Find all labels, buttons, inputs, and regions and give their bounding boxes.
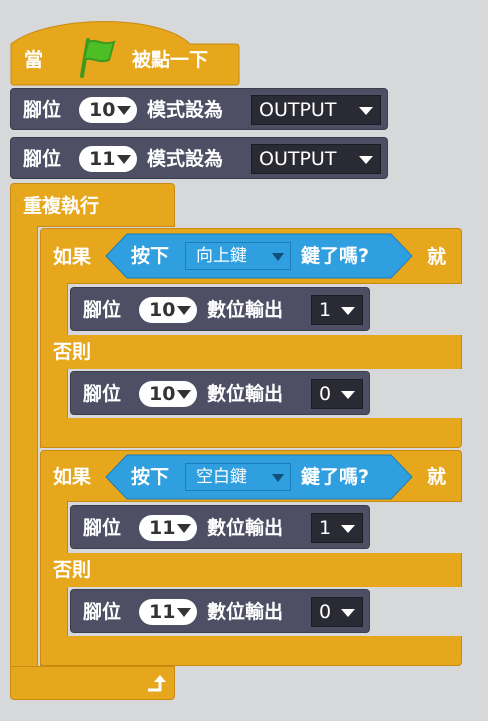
output-value-dropdown[interactable]: 0 (311, 379, 363, 409)
key-pressed-boolean[interactable]: 按下 空白鍵 鍵了嗎? (105, 454, 413, 500)
pin-number-value: 10 (149, 299, 176, 321)
pin-number-dropdown[interactable]: 10 (139, 381, 197, 407)
pin-number-dropdown[interactable]: 10 (79, 97, 137, 123)
pin-label: 腳位 (23, 99, 62, 121)
digital-output-block[interactable]: 腳位 11 數位輸出 1 (70, 505, 370, 549)
when-label: 當 (24, 49, 44, 71)
pin-number-value: 11 (149, 517, 176, 539)
output-value-dropdown[interactable]: 1 (311, 295, 363, 325)
chevron-down-icon (341, 525, 355, 533)
key-question-label: 鍵了嗎? (301, 466, 370, 488)
then-label: 就 (427, 466, 447, 488)
digital-output-label: 數位輸出 (207, 601, 284, 623)
digital-output-label: 數位輸出 (207, 517, 284, 539)
pin-mode-value: OUTPUT (259, 148, 337, 170)
chevron-down-icon (117, 155, 131, 164)
digital-output-block[interactable]: 腳位 10 數位輸出 1 (70, 287, 370, 331)
if-bottom-bar (40, 418, 462, 448)
output-value-dropdown[interactable]: 1 (311, 513, 363, 543)
chevron-down-icon (272, 474, 284, 482)
pin-mode-dropdown[interactable]: OUTPUT (251, 144, 381, 174)
key-value: 空白鍵 (196, 467, 247, 487)
digital-output-block[interactable]: 腳位 11 數位輸出 0 (70, 589, 370, 633)
chevron-down-icon (341, 391, 355, 399)
chevron-down-icon (177, 390, 191, 399)
pin-label: 腳位 (23, 148, 62, 170)
key-question-label: 鍵了嗎? (301, 245, 370, 267)
mode-set-label: 模式設為 (147, 99, 224, 121)
pin-mode-value: OUTPUT (259, 99, 337, 121)
chevron-down-icon (177, 524, 191, 533)
pin-label: 腳位 (83, 601, 122, 623)
output-value: 1 (319, 299, 332, 321)
pin-mode-dropdown[interactable]: OUTPUT (251, 95, 381, 125)
key-pressed-label: 按下 (131, 245, 170, 267)
when-flag-clicked-hat-block[interactable]: 當 被點一下 (10, 14, 240, 86)
pin-number-dropdown[interactable]: 10 (139, 297, 197, 323)
clicked-label: 被點一下 (132, 49, 209, 71)
loop-arrow-icon (145, 673, 169, 699)
pin-mode-block[interactable]: 腳位 10 模式設為 OUTPUT (10, 88, 388, 130)
chevron-down-icon (272, 253, 284, 261)
forever-arm (10, 226, 38, 676)
if-label: 如果 (53, 466, 92, 488)
key-dropdown[interactable]: 空白鍵 (185, 463, 291, 491)
chevron-down-icon (177, 306, 191, 315)
if-top-bar[interactable]: 如果 按下 空白鍵 鍵了嗎? 就 (40, 450, 462, 502)
pin-number-dropdown[interactable]: 11 (139, 515, 197, 541)
pin-label: 腳位 (83, 299, 122, 321)
pin-number-value: 11 (149, 601, 176, 623)
if-bottom-bar (40, 636, 462, 666)
key-dropdown[interactable]: 向上鍵 (185, 242, 291, 270)
output-value: 1 (319, 517, 332, 539)
chevron-down-icon (177, 608, 191, 617)
key-pressed-boolean[interactable]: 按下 向上鍵 鍵了嗎? (105, 233, 413, 279)
pin-label: 腳位 (83, 383, 122, 405)
output-value: 0 (319, 383, 332, 405)
key-pressed-label: 按下 (131, 466, 170, 488)
else-bar: 否則 (40, 553, 462, 587)
chevron-down-icon (341, 307, 355, 315)
chevron-down-icon (359, 107, 373, 115)
mode-set-label: 模式設為 (147, 148, 224, 170)
else-label: 否則 (53, 341, 92, 363)
key-value: 向上鍵 (196, 246, 247, 266)
else-label: 否則 (53, 559, 92, 581)
chevron-down-icon (117, 106, 131, 115)
chevron-down-icon (341, 609, 355, 617)
forever-bottom-bar (10, 666, 175, 700)
forever-top-bar[interactable]: 重複執行 (10, 183, 175, 227)
pin-number-dropdown[interactable]: 11 (79, 146, 137, 172)
then-label: 就 (427, 246, 447, 268)
chevron-down-icon (359, 156, 373, 164)
pin-number-value: 10 (89, 99, 116, 121)
output-value: 0 (319, 601, 332, 623)
green-flag-icon (74, 34, 120, 84)
output-value-dropdown[interactable]: 0 (311, 597, 363, 627)
pin-number-dropdown[interactable]: 11 (139, 599, 197, 625)
digital-output-label: 數位輸出 (207, 383, 284, 405)
pin-label: 腳位 (83, 517, 122, 539)
pin-mode-block[interactable]: 腳位 11 模式設為 OUTPUT (10, 137, 388, 179)
pin-number-value: 11 (89, 148, 116, 170)
forever-label: 重複執行 (23, 195, 100, 217)
if-label: 如果 (53, 246, 92, 268)
else-bar: 否則 (40, 335, 462, 369)
pin-number-value: 10 (149, 383, 176, 405)
if-top-bar[interactable]: 如果 按下 向上鍵 鍵了嗎? 就 (40, 228, 462, 284)
digital-output-label: 數位輸出 (207, 299, 284, 321)
digital-output-block[interactable]: 腳位 10 數位輸出 0 (70, 371, 370, 415)
